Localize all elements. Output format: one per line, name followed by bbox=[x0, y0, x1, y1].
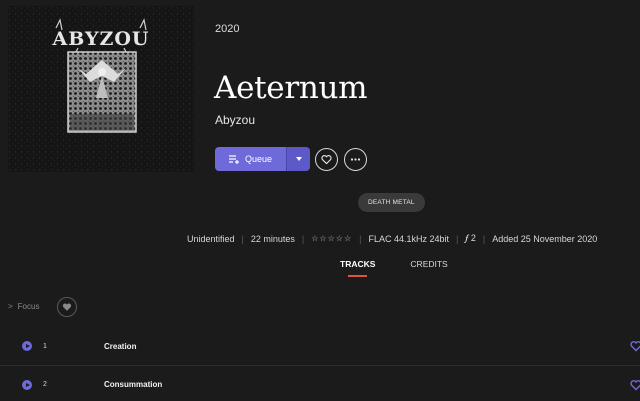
favorite-button[interactable] bbox=[315, 148, 338, 171]
divider: | bbox=[301, 233, 305, 244]
album-title: Aeternum bbox=[214, 70, 368, 106]
divider: | bbox=[456, 233, 459, 244]
focus-toggle[interactable]: > Focus bbox=[8, 302, 39, 311]
album-duration: 22 minutes bbox=[250, 233, 295, 244]
band-logo: ABYZOU bbox=[51, 28, 149, 50]
heart-icon bbox=[62, 303, 72, 311]
track-number: 2 bbox=[43, 381, 47, 388]
heart-icon[interactable] bbox=[630, 340, 640, 352]
track-title: Creation bbox=[104, 341, 137, 351]
queue-icon bbox=[228, 155, 239, 164]
divider: | bbox=[482, 233, 486, 244]
replay-gain: 𝆑 2 bbox=[465, 233, 476, 243]
album-cover-art: ABYZOU bbox=[8, 6, 194, 172]
focus-label: Focus bbox=[17, 302, 40, 311]
queue-button[interactable]: Queue bbox=[215, 147, 286, 171]
queue-button-label: Queue bbox=[244, 154, 273, 164]
heart-icon[interactable] bbox=[630, 379, 640, 391]
divider: | bbox=[241, 233, 244, 244]
track-row[interactable]: 2 Consummation bbox=[0, 365, 640, 401]
audio-format: FLAC 44.1kHz 24bit bbox=[368, 233, 449, 244]
track-title: Consummation bbox=[104, 380, 163, 389]
release-year: 2020 bbox=[215, 23, 240, 35]
rating-stars[interactable]: ☆☆☆☆☆ bbox=[311, 234, 352, 243]
tab-credits[interactable]: CREDITS bbox=[410, 259, 447, 269]
record-label[interactable]: Unidentified bbox=[187, 234, 235, 244]
artist-link[interactable]: Abyzou bbox=[215, 113, 255, 127]
divider: | bbox=[359, 233, 362, 244]
date-added: Added 25 November 2020 bbox=[492, 233, 598, 244]
queue-options-dropdown[interactable] bbox=[286, 147, 310, 171]
chevron-right-icon: > bbox=[8, 302, 13, 311]
heart-icon bbox=[321, 155, 332, 165]
genre-badge[interactable]: DEATH METAL bbox=[358, 193, 425, 212]
chevron-down-icon bbox=[295, 157, 302, 161]
track-number: 1 bbox=[43, 342, 47, 350]
more-icon bbox=[350, 158, 361, 161]
focus-favorite-button[interactable] bbox=[57, 297, 77, 317]
album-tabs: TRACKS CREDITS bbox=[340, 259, 448, 277]
queue-split-button: Queue bbox=[215, 147, 310, 171]
track-row[interactable]: 1 Creation bbox=[0, 327, 640, 365]
album-metadata: Unidentified | 22 minutes | ☆☆☆☆☆ | FLAC… bbox=[187, 233, 597, 244]
play-icon[interactable] bbox=[22, 341, 32, 351]
more-options-button[interactable] bbox=[344, 148, 367, 171]
play-icon[interactable] bbox=[22, 379, 32, 390]
tab-tracks[interactable]: TRACKS bbox=[340, 259, 375, 277]
album-cover[interactable]: ABYZOU bbox=[8, 6, 194, 172]
